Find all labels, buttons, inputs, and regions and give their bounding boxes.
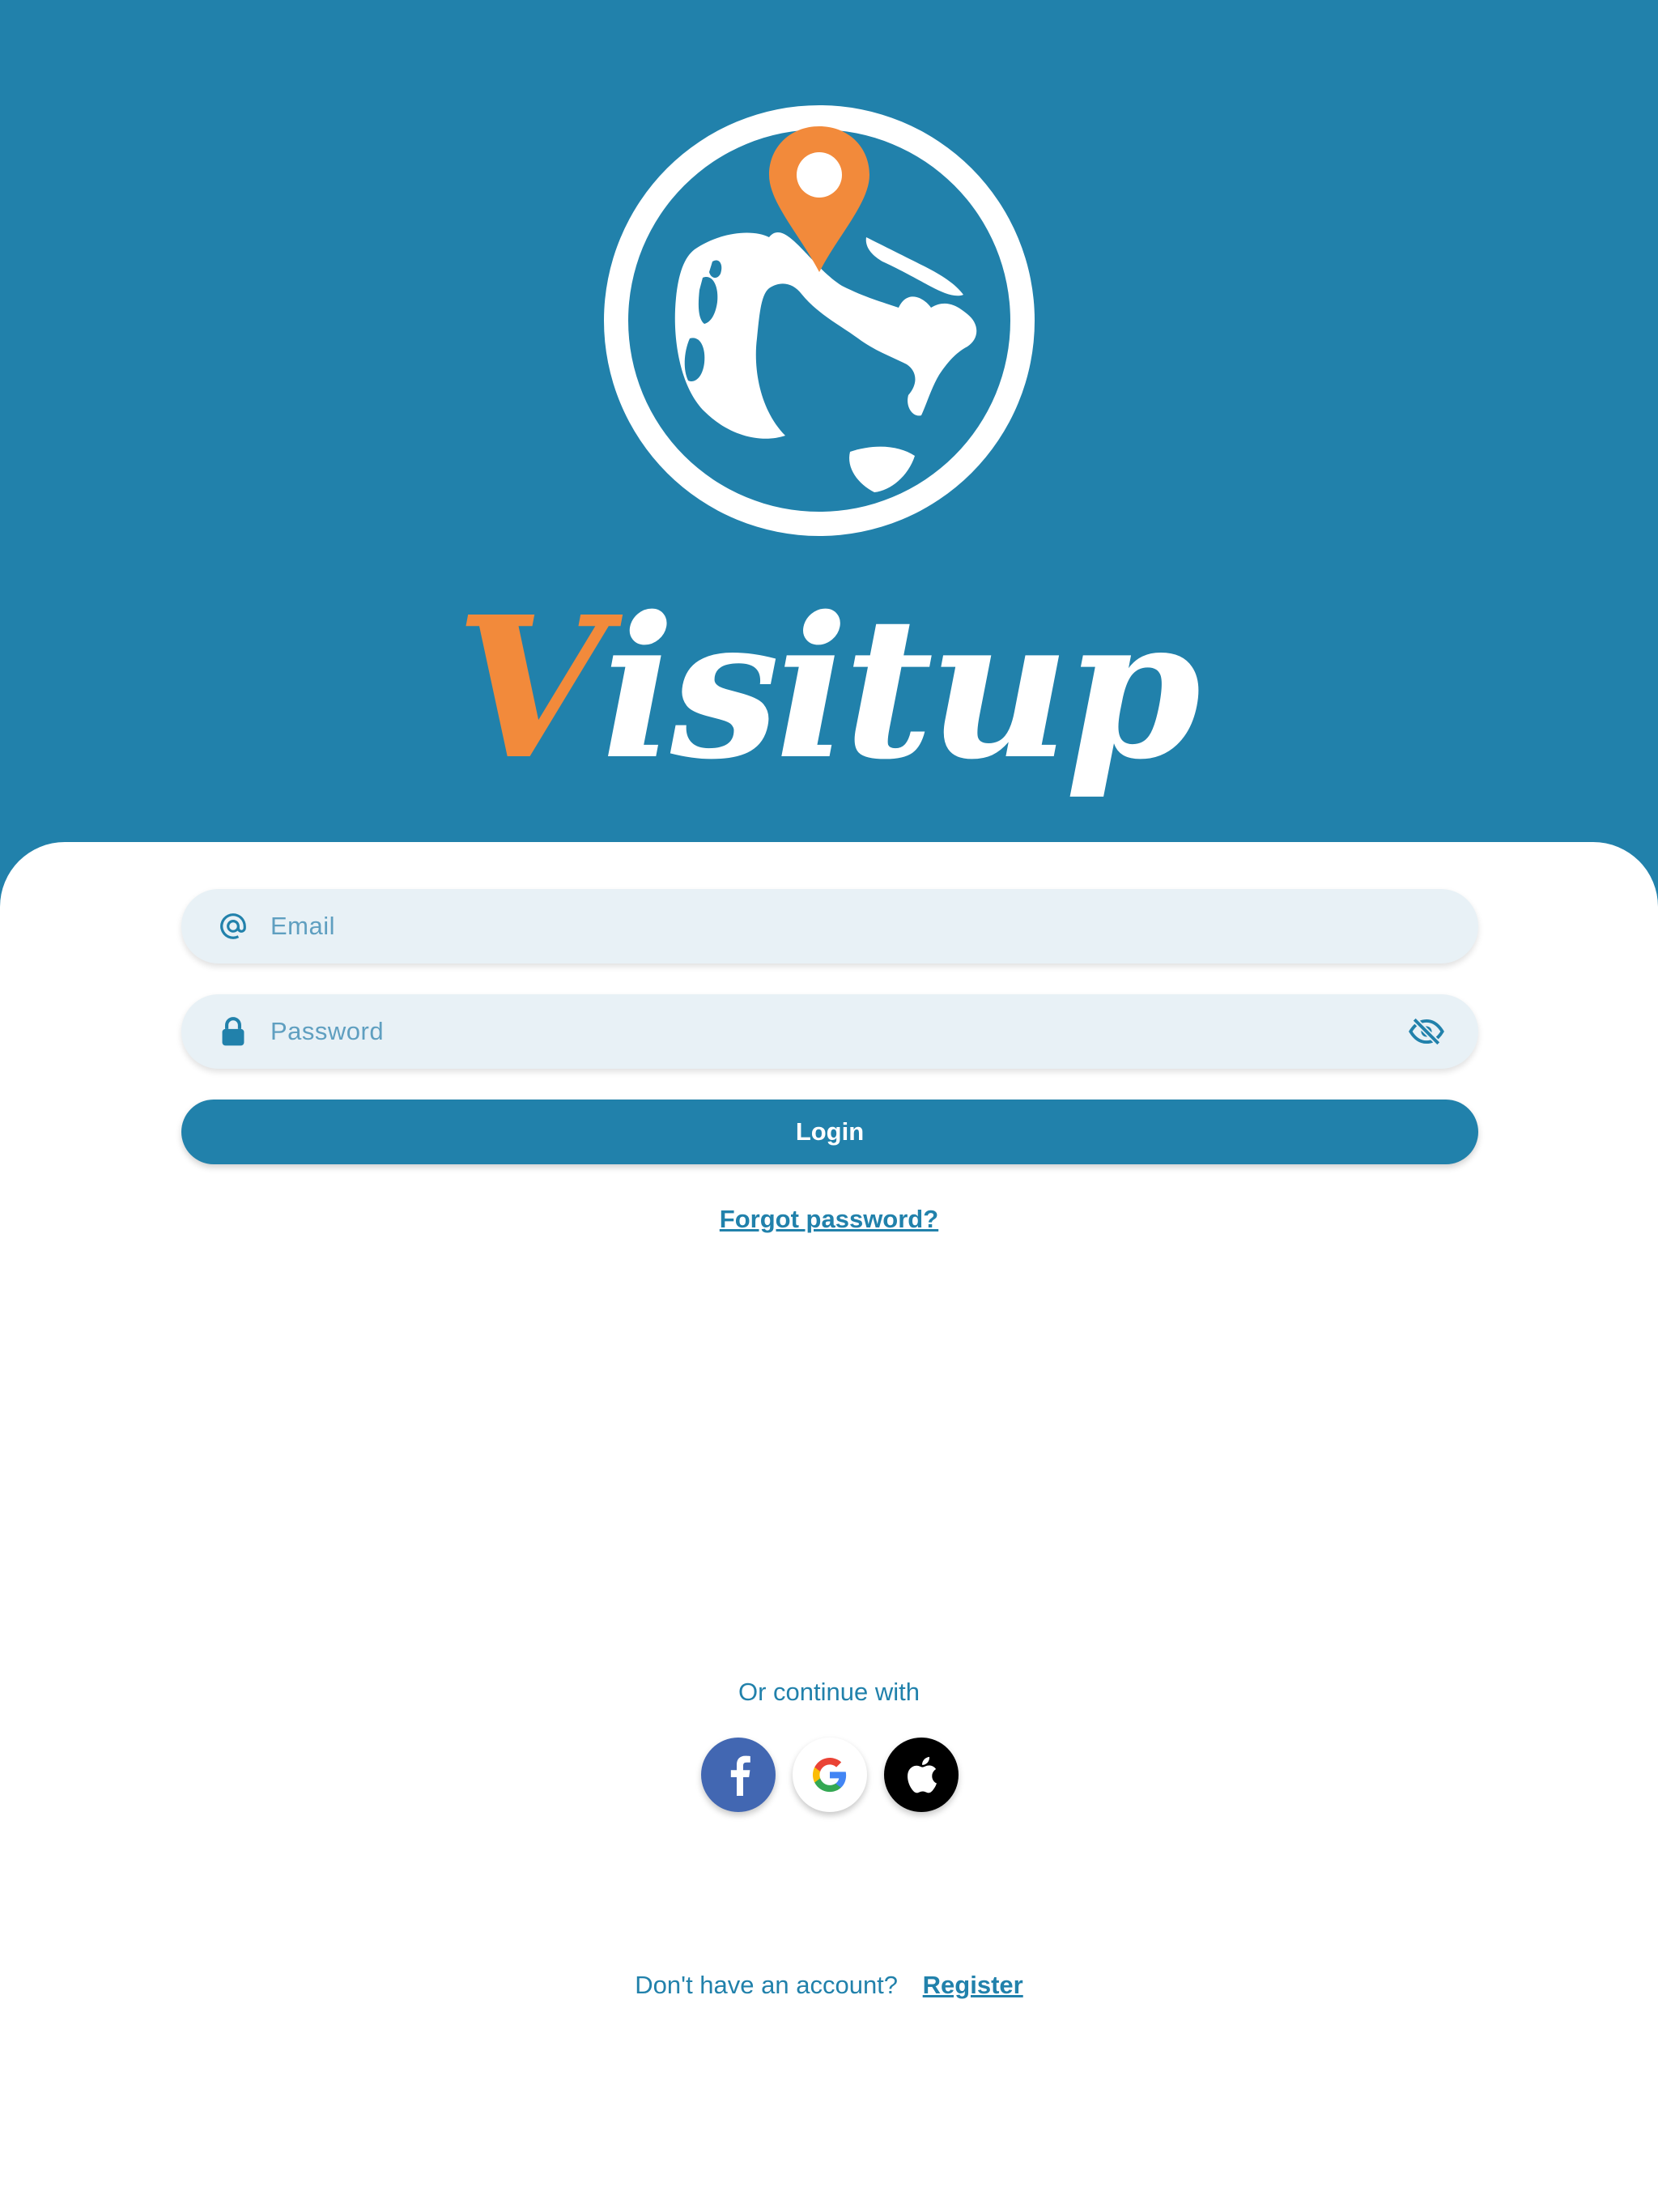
brand-name: Visitup xyxy=(456,567,1201,810)
facebook-login-button[interactable] xyxy=(701,1738,776,1812)
email-field[interactable]: Email xyxy=(181,889,1478,963)
login-button[interactable]: Login xyxy=(181,1100,1478,1164)
lock-icon xyxy=(217,1015,249,1048)
register-row: Don't have an account? Register xyxy=(0,1971,1658,2000)
google-icon xyxy=(812,1758,847,1793)
login-screen: Visitup Email Password Login Forgot pass… xyxy=(0,0,1658,2212)
globe-with-location-pin-icon xyxy=(604,105,1035,536)
google-login-button[interactable] xyxy=(793,1738,867,1812)
password-placeholder: Password xyxy=(270,1017,385,1045)
forgot-password-row: Forgot password? xyxy=(0,1205,1658,1234)
facebook-icon xyxy=(730,1755,750,1796)
register-prompt: Don't have an account? xyxy=(635,1971,899,1999)
apple-icon xyxy=(908,1756,937,1793)
eye-off-icon[interactable] xyxy=(1409,1015,1444,1048)
header: Visitup xyxy=(0,0,1658,858)
register-link[interactable]: Register xyxy=(923,1971,1023,1999)
social-heading: Or continue with xyxy=(738,1678,920,1706)
brand-name-initial: V xyxy=(455,574,606,802)
password-field[interactable]: Password xyxy=(181,994,1478,1069)
at-sign-icon xyxy=(217,910,249,942)
apple-login-button[interactable] xyxy=(884,1738,959,1812)
brand-name-rest: isitup xyxy=(601,574,1201,802)
forgot-password-link[interactable]: Forgot password? xyxy=(720,1205,938,1233)
brand-wordmark: Visitup xyxy=(456,567,1201,810)
social-login-row xyxy=(701,1738,959,1812)
email-placeholder: Email xyxy=(270,912,336,940)
